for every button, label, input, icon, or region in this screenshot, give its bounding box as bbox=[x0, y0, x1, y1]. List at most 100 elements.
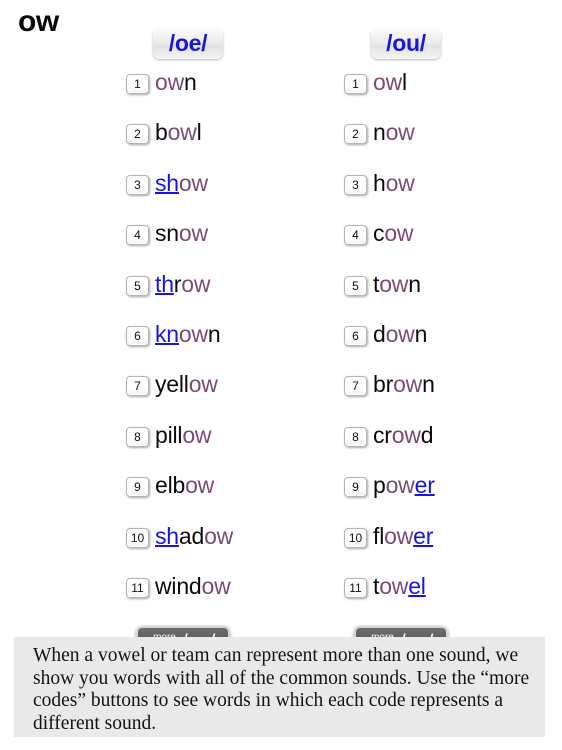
word-column-ou: /ou/ 1 owl 2 now 3 how 4 cow 5 town 6 down 7 brown 8 cr… bbox=[344, 28, 534, 660]
word-segment-vowel: ow bbox=[385, 320, 415, 347]
word-row[interactable]: 9 power bbox=[344, 469, 534, 519]
word-segment-vowel: ow bbox=[379, 572, 409, 599]
word-text: now bbox=[373, 121, 415, 144]
word-row[interactable]: 3 how bbox=[344, 167, 534, 217]
explanation-panel: When a vowel or team can represent more … bbox=[14, 637, 545, 737]
word-segment-plain: fl bbox=[373, 522, 385, 549]
word-number-badge: 10 bbox=[126, 527, 149, 548]
word-number-badge: 6 bbox=[126, 325, 149, 346]
word-row[interactable]: 4 cow bbox=[344, 217, 534, 267]
explanation-text: When a vowel or team can represent more … bbox=[33, 645, 530, 734]
word-segment-vowel: ow bbox=[385, 472, 415, 499]
word-row[interactable]: 1 owl bbox=[344, 66, 534, 116]
word-number-badge: 11 bbox=[126, 577, 149, 598]
word-number-badge: 8 bbox=[344, 426, 367, 447]
word-row[interactable]: 2 bowl bbox=[126, 116, 316, 166]
word-text: own bbox=[155, 71, 197, 94]
word-row[interactable]: 5 town bbox=[344, 268, 534, 318]
word-list-oe: 1 own 2 bowl 3 show 4 snow 5 throw 6 known 7 yellow 8 p… bbox=[126, 66, 316, 620]
word-segment-vowel: ow bbox=[384, 220, 414, 247]
word-row[interactable]: 7 brown bbox=[344, 368, 534, 418]
word-row[interactable]: 5 throw bbox=[126, 268, 316, 318]
word-segment-vowel: ow bbox=[185, 472, 215, 499]
word-segment-plain: n bbox=[184, 69, 197, 95]
word-row[interactable]: 10 shadow bbox=[126, 520, 316, 570]
word-number-badge: 8 bbox=[126, 426, 149, 447]
word-segment-code: th bbox=[155, 270, 174, 297]
word-segment-vowel: ow bbox=[178, 220, 208, 247]
word-segment-plain: h bbox=[373, 169, 386, 196]
word-segment-plain: l bbox=[402, 69, 407, 95]
word-segment-plain: c bbox=[373, 220, 385, 247]
word-segment-plain: cr bbox=[373, 421, 392, 448]
word-segment-vowel: ow bbox=[204, 522, 234, 549]
word-segment-plain: n bbox=[408, 270, 421, 297]
word-text: flower bbox=[373, 522, 433, 549]
word-segment-vowel: ow bbox=[181, 270, 211, 297]
word-segment-code: sh bbox=[155, 522, 179, 549]
word-text: shadow bbox=[155, 522, 234, 549]
word-text: pillow bbox=[155, 421, 212, 448]
word-text: town bbox=[373, 270, 421, 297]
word-number-badge: 4 bbox=[126, 225, 149, 246]
word-row[interactable]: 11 towel bbox=[344, 570, 534, 620]
word-segment-plain: ad bbox=[178, 522, 205, 549]
word-text: brown bbox=[373, 373, 435, 396]
word-segment-vowel: ow bbox=[385, 119, 415, 146]
word-text: crowd bbox=[373, 421, 434, 448]
word-number-badge: 10 bbox=[344, 527, 367, 548]
word-row[interactable]: 11 window bbox=[126, 570, 316, 620]
word-text: bowl bbox=[155, 121, 202, 144]
word-segment-vowel: ow bbox=[182, 421, 212, 448]
word-row[interactable]: 6 down bbox=[344, 318, 534, 368]
word-segment-plain: br bbox=[373, 371, 394, 398]
word-segment-code: er bbox=[414, 472, 435, 499]
word-number-badge: 9 bbox=[126, 477, 149, 498]
word-segment-plain: wind bbox=[155, 572, 202, 599]
word-row[interactable]: 8 pillow bbox=[126, 419, 316, 469]
page-title: ow bbox=[18, 5, 59, 38]
word-number-badge: 1 bbox=[344, 74, 367, 94]
word-segment-plain: p bbox=[373, 472, 386, 499]
word-text: power bbox=[373, 474, 435, 497]
word-number-badge: 7 bbox=[126, 376, 149, 397]
word-text: towel bbox=[373, 572, 426, 599]
word-segment-vowel: ow bbox=[155, 69, 185, 95]
word-number-badge: 11 bbox=[344, 577, 367, 598]
word-number-badge: 3 bbox=[126, 174, 149, 195]
word-row[interactable]: 8 crowd bbox=[344, 419, 534, 469]
word-segment-vowel: ow bbox=[373, 69, 403, 95]
word-number-badge: 3 bbox=[344, 174, 367, 195]
word-row[interactable]: 1 own bbox=[126, 66, 316, 116]
word-number-badge: 5 bbox=[344, 275, 367, 296]
word-row[interactable]: 10 flower bbox=[344, 520, 534, 570]
word-row[interactable]: 9 elbow bbox=[126, 469, 316, 519]
word-row[interactable]: 7 yellow bbox=[126, 368, 316, 418]
word-segment-vowel: ow bbox=[188, 371, 218, 398]
word-row[interactable]: 4 snow bbox=[126, 217, 316, 267]
word-row[interactable]: 3 show bbox=[126, 167, 316, 217]
word-segment-vowel: ow bbox=[384, 522, 414, 549]
word-number-badge: 2 bbox=[126, 124, 149, 145]
word-segment-plain: b bbox=[155, 119, 168, 146]
word-number-badge: 9 bbox=[344, 477, 367, 498]
word-number-badge: 6 bbox=[344, 325, 367, 346]
word-segment-vowel: ow bbox=[393, 371, 423, 398]
word-segment-plain: n bbox=[414, 320, 428, 347]
word-text: how bbox=[373, 169, 415, 196]
word-text: known bbox=[155, 320, 221, 347]
word-row[interactable]: 2 now bbox=[344, 116, 534, 166]
word-text: show bbox=[155, 171, 208, 195]
word-text: owl bbox=[373, 71, 407, 94]
word-number-badge: 4 bbox=[344, 225, 367, 246]
word-segment-plain: n bbox=[207, 320, 221, 347]
word-segment-vowel: ow bbox=[201, 572, 231, 599]
word-segment-plain: sn bbox=[155, 220, 179, 247]
code-header-badge-oe[interactable]: /oe/ bbox=[153, 28, 223, 59]
word-column-oe: /oe/ 1 own 2 bowl 3 show 4 snow 5 throw 6 known 7 yel… bbox=[126, 28, 316, 660]
word-row[interactable]: 6 known bbox=[126, 318, 316, 368]
word-segment-plain: elb bbox=[155, 472, 186, 499]
word-segment-vowel: ow bbox=[379, 270, 409, 297]
code-header-badge-ou[interactable]: /ou/ bbox=[371, 28, 441, 59]
word-segment-vowel: ow bbox=[167, 119, 197, 146]
